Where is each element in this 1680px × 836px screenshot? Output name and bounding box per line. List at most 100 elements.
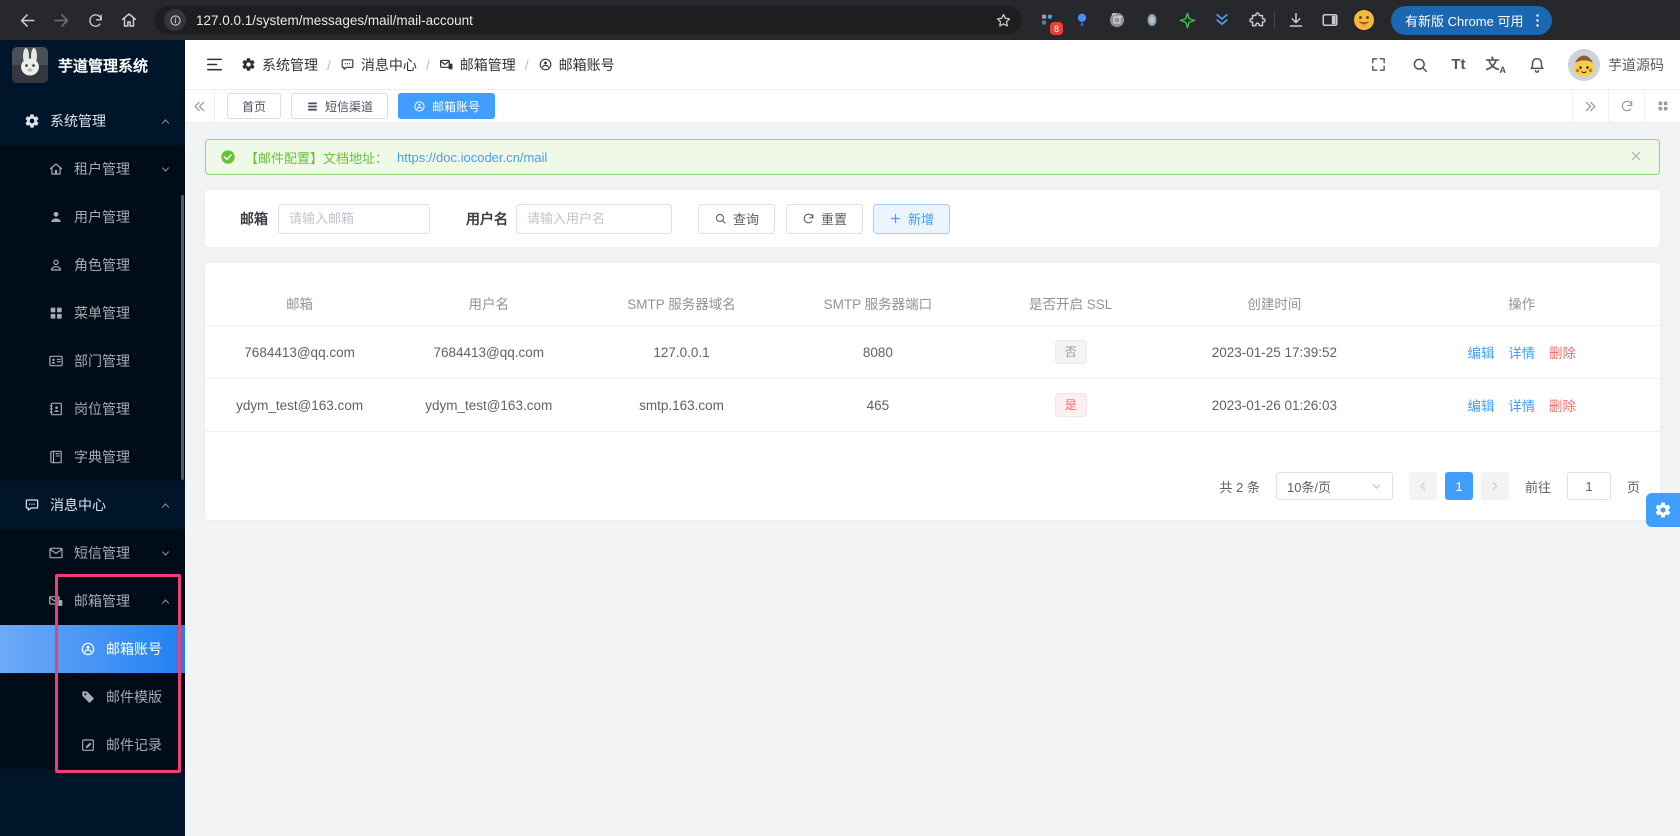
- fullscreen-icon[interactable]: [1367, 54, 1389, 76]
- pagination-total: 共 2 条: [1219, 479, 1260, 495]
- menu-fold-icon[interactable]: [201, 52, 227, 78]
- site-info-icon[interactable]: [164, 9, 186, 31]
- reset-button[interactable]: 重置: [786, 203, 864, 234]
- browser-forward-icon[interactable]: [44, 3, 78, 37]
- username-input[interactable]: [516, 203, 672, 234]
- sidebar-item-menu-management[interactable]: 菜单管理: [0, 289, 185, 337]
- url-text[interactable]: 127.0.0.1/system/messages/mail/mail-acco…: [196, 13, 995, 28]
- sidebar-item-mail-template[interactable]: 邮件模版: [0, 673, 185, 721]
- font-size-icon[interactable]: Tt: [1451, 56, 1465, 73]
- edit-link[interactable]: 编辑: [1467, 346, 1494, 361]
- breadcrumb-system-management[interactable]: 系统管理: [241, 55, 318, 75]
- chevron-down-icon: [160, 548, 171, 559]
- detail-link[interactable]: 详情: [1508, 399, 1535, 414]
- user-icon: [48, 209, 64, 225]
- sidebar-item-system-management[interactable]: 系统管理: [0, 97, 185, 145]
- mail-device-icon: [48, 593, 64, 609]
- browser-home-icon[interactable]: [112, 3, 146, 37]
- ssl-tag-no: 否: [1054, 340, 1087, 364]
- sidebar-item-mail-account[interactable]: 邮箱账号: [0, 625, 185, 673]
- breadcrumb-separator: /: [425, 56, 430, 73]
- bell-icon[interactable]: [1526, 54, 1548, 76]
- email-input[interactable]: [278, 203, 430, 234]
- breadcrumb-message-center[interactable]: 消息中心: [340, 55, 417, 75]
- sidebar-item-user-management[interactable]: 用户管理: [0, 193, 185, 241]
- doc-link[interactable]: https://doc.iocoder.cn/mail: [397, 150, 547, 165]
- id-card-icon: [48, 353, 64, 369]
- search-button[interactable]: 查询: [698, 203, 776, 234]
- downloads-icon[interactable]: [1279, 3, 1313, 37]
- page-size-select[interactable]: 10条/页: [1275, 472, 1393, 500]
- sidebar-item-mail-management[interactable]: 邮箱管理: [0, 577, 185, 625]
- search-filter-card: 邮箱 用户名 查询 重置 新增: [205, 190, 1660, 247]
- extensions-puzzle-icon[interactable]: [1244, 7, 1270, 33]
- goto-page-input[interactable]: [1566, 472, 1611, 500]
- contact-book-icon: [48, 401, 64, 417]
- browser-toolbar: 127.0.0.1/system/messages/mail/mail-acco…: [0, 0, 1680, 40]
- col-smtp-domain: SMTP 服务器域名: [583, 283, 780, 326]
- username: 芋道源码: [1608, 56, 1664, 73]
- tab-sms-channel[interactable]: 短信渠道: [291, 93, 389, 119]
- profile-avatar-emoji[interactable]: [1347, 3, 1381, 37]
- extensions-row: 8: [1034, 7, 1270, 35]
- browser-refresh-icon[interactable]: [78, 3, 112, 37]
- sidebar-item-department-management[interactable]: 部门管理: [0, 337, 185, 385]
- extension-icon-1[interactable]: 8: [1034, 7, 1063, 35]
- settings-fab-button[interactable]: [1646, 493, 1680, 527]
- side-panel-icon[interactable]: [1313, 3, 1347, 37]
- language-icon[interactable]: 文A: [1486, 54, 1507, 75]
- tabs-scroll-right-icon[interactable]: [1572, 90, 1608, 122]
- sidebar-item-tenant-management[interactable]: 租户管理: [0, 145, 185, 193]
- add-button[interactable]: 新增: [873, 203, 951, 234]
- extension-icon-6[interactable]: [1209, 7, 1235, 33]
- sidebar-scrollbar-thumb[interactable]: [181, 195, 184, 480]
- gear-icon: [241, 57, 256, 72]
- sidebar-menu: 系统管理 租户管理 用户管理 角色管理 菜单管理 部门管理 岗位管理 字典管理 …: [0, 90, 185, 769]
- tab-mail-account[interactable]: 邮箱账号: [398, 93, 496, 119]
- sidebar-item-dict-management[interactable]: 字典管理: [0, 433, 185, 481]
- cell-username: 7684413@qq.com: [394, 325, 584, 379]
- edit-link[interactable]: 编辑: [1467, 399, 1494, 414]
- sidebar-item-sms-management[interactable]: 短信管理: [0, 529, 185, 577]
- cell-created-at: 2023-01-25 17:39:52: [1165, 325, 1384, 379]
- col-created-at: 创建时间: [1165, 283, 1384, 326]
- extension-icon-2[interactable]: [1069, 7, 1095, 33]
- alert-close-icon[interactable]: [1629, 149, 1645, 165]
- chrome-update-button[interactable]: 有新版 Chrome 可用: [1391, 5, 1553, 35]
- page-number-1[interactable]: 1: [1444, 472, 1473, 500]
- extension-icon-5[interactable]: [1174, 7, 1200, 33]
- search-icon: [714, 212, 727, 225]
- extension-icon-3[interactable]: [1104, 7, 1130, 33]
- user-menu[interactable]: 芋道源码: [1568, 48, 1664, 81]
- delete-link[interactable]: 删除: [1549, 346, 1576, 361]
- extension-icon-4[interactable]: [1139, 7, 1165, 33]
- sidebar-item-message-center[interactable]: 消息中心: [0, 481, 185, 529]
- tabs-scroll-left-icon[interactable]: [185, 90, 215, 122]
- breadcrumb-mail-account[interactable]: 邮箱账号: [538, 55, 615, 75]
- bookmark-star-icon[interactable]: [995, 12, 1012, 29]
- detail-link[interactable]: 详情: [1508, 346, 1535, 361]
- browser-back-icon[interactable]: [10, 3, 44, 37]
- prev-page-button[interactable]: [1408, 472, 1437, 500]
- sidebar-logo-row[interactable]: 芋道管理系统: [0, 40, 185, 90]
- breadcrumb-mail-management[interactable]: 邮箱管理: [439, 55, 516, 75]
- tab-home[interactable]: 首页: [227, 93, 282, 119]
- tabs: 首页 短信渠道 邮箱账号: [215, 90, 507, 122]
- cell-smtp-port: 465: [779, 378, 977, 432]
- search-icon[interactable]: [1409, 54, 1431, 76]
- sidebar-item-post-management[interactable]: 岗位管理: [0, 385, 185, 433]
- comment-icon: [24, 497, 40, 513]
- account-circle-icon: [80, 641, 96, 657]
- tab-refresh-icon[interactable]: [1608, 90, 1644, 122]
- dictionary-book-icon: [48, 449, 64, 465]
- sidebar-item-mail-log[interactable]: 邮件记录: [0, 721, 185, 769]
- sidebar-item-role-management[interactable]: 角色管理: [0, 241, 185, 289]
- gear-icon: [24, 113, 40, 129]
- delete-link[interactable]: 删除: [1549, 399, 1576, 414]
- tab-layout-grid-icon[interactable]: [1644, 90, 1680, 122]
- next-page-button[interactable]: [1480, 472, 1509, 500]
- chevron-up-icon: [160, 116, 171, 127]
- ssl-tag-yes: 是: [1054, 393, 1087, 417]
- address-bar[interactable]: 127.0.0.1/system/messages/mail/mail-acco…: [154, 6, 1022, 34]
- account-circle-icon: [413, 100, 426, 113]
